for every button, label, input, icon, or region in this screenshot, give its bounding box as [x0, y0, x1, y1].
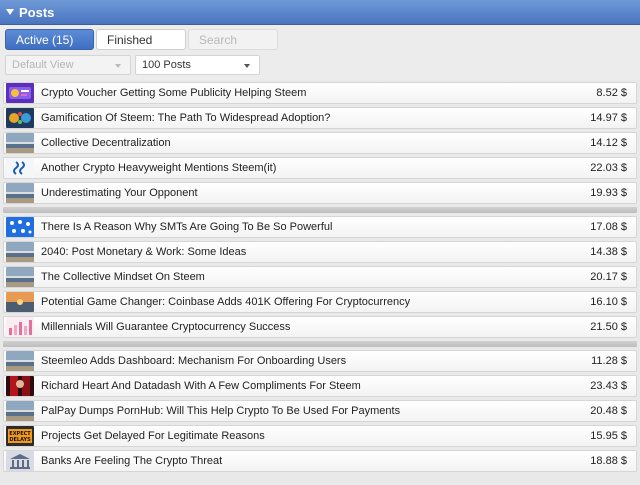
post-payout: 8.52 $	[596, 87, 627, 99]
post-row[interactable]: Crypto Voucher Getting Some Publicity He…	[3, 82, 637, 104]
post-title[interactable]: There Is A Reason Why SMTs Are Going To …	[41, 221, 590, 233]
post-payout: 22.03 $	[590, 162, 627, 174]
post-payout: 20.48 $	[590, 405, 627, 417]
post-row[interactable]: 2040: Post Monetary & Work: Some Ideas 14…	[3, 241, 637, 263]
view-select-value: Default View	[12, 59, 74, 71]
post-row[interactable]: Steemleo Adds Dashboard: Mechanism For O…	[3, 350, 637, 372]
tab-active-label: Active (15)	[16, 32, 74, 47]
tab-bar: Active (15) Finished Search	[0, 25, 640, 54]
post-row[interactable]: Another Crypto Heavyweight Mentions Stee…	[3, 157, 637, 179]
post-row[interactable]: Richard Heart And Datadash With A Few Co…	[3, 375, 637, 397]
post-row[interactable]: Potential Game Changer: Coinbase Adds 40…	[3, 291, 637, 313]
controls-bar: Default View 100 Posts	[0, 54, 640, 80]
tab-finished[interactable]: Finished	[96, 29, 186, 50]
post-row[interactable]: Underestimating Your Opponent 19.93 $	[3, 182, 637, 204]
search-placeholder: Search	[199, 32, 238, 47]
post-payout: 14.12 $	[590, 137, 627, 149]
chevron-down-icon	[244, 64, 250, 68]
post-row[interactable]: The Collective Mindset On Steem 20.17 $	[3, 266, 637, 288]
post-payout: 16.10 $	[590, 296, 627, 308]
post-title[interactable]: Another Crypto Heavyweight Mentions Stee…	[41, 162, 590, 174]
post-title[interactable]: 2040: Post Monetary & Work: Some Ideas	[41, 246, 590, 258]
post-title[interactable]: Steemleo Adds Dashboard: Mechanism For O…	[41, 355, 591, 367]
post-thumbnail-seascape[interactable]	[6, 267, 34, 287]
post-thumbnail-red-portrait[interactable]	[6, 376, 34, 396]
post-row[interactable]: Gamification Of Steem: The Path To Wides…	[3, 107, 637, 129]
post-thumbnail-chart-pink[interactable]	[6, 317, 34, 337]
post-row[interactable]: Millennials Will Guarantee Cryptocurrenc…	[3, 316, 637, 338]
panel-title: Posts	[19, 4, 55, 20]
post-payout: 20.17 $	[590, 271, 627, 283]
post-thumbnail-expect-delays-sign[interactable]: EXPECT DELAYS	[6, 426, 34, 446]
post-title[interactable]: Gamification Of Steem: The Path To Wides…	[41, 112, 590, 124]
post-payout: 19.93 $	[590, 187, 627, 199]
post-payout: 15.95 $	[590, 430, 627, 442]
post-title[interactable]: Collective Decentralization	[41, 137, 590, 149]
tab-active[interactable]: Active (15)	[5, 29, 94, 50]
post-thumbnail-network[interactable]	[6, 217, 34, 237]
post-row[interactable]: PalPay Dumps PornHub: Will This Help Cry…	[3, 400, 637, 422]
post-title[interactable]: Underestimating Your Opponent	[41, 187, 590, 199]
group-separator	[3, 341, 637, 347]
sign-line-2: DELAYS	[9, 437, 31, 443]
post-payout: 14.38 $	[590, 246, 627, 258]
search-input[interactable]: Search	[188, 29, 278, 50]
post-payout: 23.43 $	[590, 380, 627, 392]
post-row[interactable]: Banks Are Feeling The Crypto Threat 18.88…	[3, 450, 637, 472]
post-row[interactable]: There Is A Reason Why SMTs Are Going To …	[3, 216, 637, 238]
post-title[interactable]: Crypto Voucher Getting Some Publicity He…	[41, 87, 596, 99]
post-title[interactable]: The Collective Mindset On Steem	[41, 271, 590, 283]
group-separator	[3, 207, 637, 213]
post-payout: 17.08 $	[590, 221, 627, 233]
post-payout: 18.88 $	[590, 455, 627, 467]
post-thumbnail-seascape[interactable]	[6, 183, 34, 203]
post-title[interactable]: Banks Are Feeling The Crypto Threat	[41, 455, 590, 467]
post-list: Crypto Voucher Getting Some Publicity He…	[0, 82, 640, 475]
post-thumbnail-sunset[interactable]	[6, 292, 34, 312]
post-thumbnail-bank-sketch[interactable]	[6, 451, 34, 471]
post-thumbnail-seascape[interactable]	[6, 401, 34, 421]
chevron-down-icon	[115, 64, 121, 68]
post-payout: 14.97 $	[590, 112, 627, 124]
post-payout: 21.50 $	[590, 321, 627, 333]
posts-panel-header[interactable]: Posts	[0, 0, 640, 25]
view-select[interactable]: Default View	[5, 55, 131, 75]
post-row[interactable]: Collective Decentralization 14.12 $	[3, 132, 637, 154]
post-thumbnail-voucher[interactable]	[6, 83, 34, 103]
post-title[interactable]: Millennials Will Guarantee Cryptocurrenc…	[41, 321, 590, 333]
tab-finished-label: Finished	[107, 32, 153, 47]
post-thumbnail-gamepad[interactable]	[6, 108, 34, 128]
post-thumbnail-seascape[interactable]	[6, 133, 34, 153]
collapse-triangle-icon[interactable]	[6, 9, 14, 15]
post-thumbnail-seascape[interactable]	[6, 242, 34, 262]
post-count-value: 100 Posts	[142, 59, 191, 71]
post-title[interactable]: Richard Heart And Datadash With A Few Co…	[41, 380, 590, 392]
post-thumbnail-steem-logo[interactable]	[6, 158, 34, 178]
post-title[interactable]: Potential Game Changer: Coinbase Adds 40…	[41, 296, 590, 308]
post-row[interactable]: EXPECT DELAYS Projects Get Delayed For Leg…	[3, 425, 637, 447]
post-payout: 11.28 $	[591, 355, 627, 367]
post-title[interactable]: Projects Get Delayed For Legitimate Reas…	[41, 430, 590, 442]
post-count-select[interactable]: 100 Posts	[135, 55, 260, 75]
post-title[interactable]: PalPay Dumps PornHub: Will This Help Cry…	[41, 405, 590, 417]
post-thumbnail-seascape[interactable]	[6, 351, 34, 371]
